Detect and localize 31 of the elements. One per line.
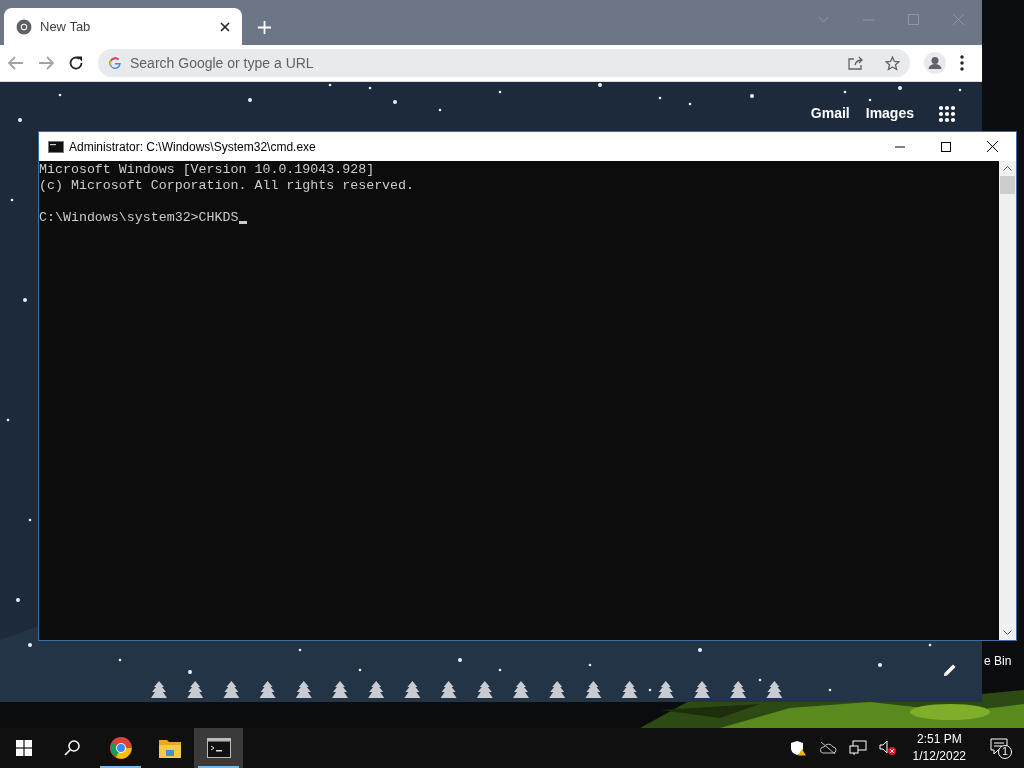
scrollbar[interactable] bbox=[999, 161, 1016, 640]
clock-date[interactable]: 1/12/2022 bbox=[912, 748, 966, 765]
search-icon[interactable] bbox=[64, 740, 80, 756]
network-icon[interactable] bbox=[848, 740, 867, 756]
address-input[interactable]: Search Google or type a URL bbox=[130, 52, 840, 74]
shield-warning-icon[interactable] bbox=[789, 740, 807, 756]
notification-badge: 1 bbox=[998, 745, 1012, 759]
windows-start-icon[interactable] bbox=[16, 740, 32, 756]
notification-icon[interactable] bbox=[990, 738, 1008, 755]
menu-icon[interactable] bbox=[960, 55, 964, 71]
close-icon[interactable] bbox=[220, 21, 230, 32]
new-tab-icon[interactable] bbox=[258, 21, 271, 34]
google-icon bbox=[108, 56, 122, 70]
address-bar[interactable]: Search Google or type a URL bbox=[98, 49, 910, 77]
browser-tab[interactable]: New Tab bbox=[4, 8, 242, 45]
speaker-muted-icon[interactable] bbox=[878, 740, 897, 756]
folder-icon bbox=[157, 737, 182, 759]
desktop-icon-label: e Bin bbox=[984, 653, 1012, 670]
clock-time[interactable]: 2:51 PM bbox=[916, 731, 962, 748]
close-icon[interactable] bbox=[987, 141, 998, 152]
scroll-down-icon[interactable] bbox=[1003, 630, 1012, 635]
taskbar-app[interactable] bbox=[194, 728, 243, 768]
cloud-off-icon[interactable] bbox=[818, 741, 837, 755]
scroll-up-icon[interactable] bbox=[1003, 166, 1012, 171]
profile-icon[interactable] bbox=[924, 52, 946, 74]
terminal-icon bbox=[206, 738, 231, 758]
scroll-thumb[interactable] bbox=[1000, 176, 1015, 194]
tab-title: New Tab bbox=[40, 17, 92, 36]
share-icon[interactable] bbox=[848, 56, 863, 70]
reload-icon[interactable] bbox=[68, 55, 84, 71]
star-icon[interactable] bbox=[885, 55, 900, 71]
